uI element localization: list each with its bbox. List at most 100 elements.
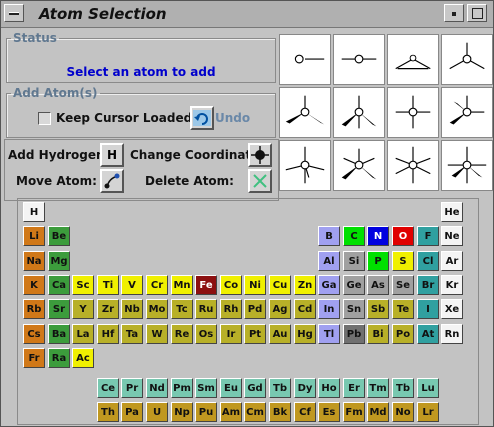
element-re[interactable]: Re — [171, 324, 193, 344]
element-cu[interactable]: Cu — [269, 275, 291, 295]
element-tb[interactable]: Tb — [269, 378, 291, 398]
element-au[interactable]: Au — [269, 324, 291, 344]
element-sn[interactable]: Sn — [343, 299, 365, 319]
element-he[interactable]: He — [441, 202, 463, 222]
element-nb[interactable]: Nb — [121, 299, 143, 319]
element-cf[interactable]: Cf — [294, 402, 316, 422]
element-br[interactable]: Br — [417, 275, 439, 295]
element-ra[interactable]: Ra — [48, 348, 70, 368]
element-pm[interactable]: Pm — [171, 378, 193, 398]
element-pt[interactable]: Pt — [244, 324, 266, 344]
window-menu-button[interactable] — [4, 4, 24, 22]
title-bar[interactable]: Atom Selection — [1, 1, 493, 28]
element-n[interactable]: N — [367, 226, 389, 246]
element-ru[interactable]: Ru — [195, 299, 217, 319]
geometry-button-linear-one[interactable] — [279, 34, 331, 85]
element-er[interactable]: Er — [343, 378, 365, 398]
element-sr[interactable]: Sr — [48, 299, 70, 319]
element-pd[interactable]: Pd — [244, 299, 266, 319]
keep-cursor-checkbox[interactable] — [38, 112, 51, 125]
element-kr[interactable]: Kr — [441, 275, 463, 295]
element-ne[interactable]: Ne — [441, 226, 463, 246]
element-ar[interactable]: Ar — [441, 251, 463, 271]
geometry-button-square-pyramid[interactable] — [333, 140, 385, 191]
element-bi[interactable]: Bi — [367, 324, 389, 344]
element-as[interactable]: As — [367, 275, 389, 295]
element-sm[interactable]: Sm — [195, 378, 217, 398]
element-ce[interactable]: Ce — [97, 378, 119, 398]
element-pr[interactable]: Pr — [121, 378, 143, 398]
delete-atom-button[interactable] — [248, 169, 272, 193]
element-y[interactable]: Y — [72, 299, 94, 319]
geometry-button-linear-two[interactable] — [333, 34, 385, 85]
element-ge[interactable]: Ge — [343, 275, 365, 295]
element-ac[interactable]: Ac — [72, 348, 94, 368]
add-hydrogen-button[interactable]: H — [100, 143, 124, 167]
geometry-button-tetrahedral[interactable] — [279, 87, 331, 138]
element-b[interactable]: B — [318, 226, 340, 246]
element-lu[interactable]: Lu — [417, 378, 439, 398]
element-nd[interactable]: Nd — [146, 378, 168, 398]
geometry-button-octahedral[interactable] — [441, 140, 493, 191]
element-ti[interactable]: Ti — [97, 275, 119, 295]
element-gd[interactable]: Gd — [244, 378, 266, 398]
element-cr[interactable]: Cr — [146, 275, 168, 295]
element-ho[interactable]: Ho — [318, 378, 340, 398]
element-am[interactable]: Am — [220, 402, 242, 422]
element-tm[interactable]: Tm — [367, 378, 389, 398]
element-bk[interactable]: Bk — [269, 402, 291, 422]
element-al[interactable]: Al — [318, 251, 340, 271]
element-k[interactable]: K — [23, 275, 45, 295]
geometry-button-seesaw[interactable] — [441, 87, 493, 138]
element-sc[interactable]: Sc — [72, 275, 94, 295]
element-cm[interactable]: Cm — [244, 402, 266, 422]
geometry-button-square-planar[interactable] — [387, 87, 439, 138]
element-eu[interactable]: Eu — [220, 378, 242, 398]
undo-button[interactable] — [190, 106, 214, 130]
move-atom-button[interactable] — [100, 169, 124, 193]
element-tb[interactable]: Tb — [392, 378, 414, 398]
element-at[interactable]: At — [417, 324, 439, 344]
element-md[interactable]: Md — [367, 402, 389, 422]
change-coordinate-button[interactable] — [248, 143, 272, 167]
element-v[interactable]: V — [121, 275, 143, 295]
element-po[interactable]: Po — [392, 324, 414, 344]
element-sb[interactable]: Sb — [367, 299, 389, 319]
element-mg[interactable]: Mg — [48, 251, 70, 271]
element-zn[interactable]: Zn — [294, 275, 316, 295]
element-mo[interactable]: Mo — [146, 299, 168, 319]
element-pb[interactable]: Pb — [343, 324, 365, 344]
element-ni[interactable]: Ni — [244, 275, 266, 295]
maximize-button[interactable] — [467, 4, 487, 22]
element-rn[interactable]: Rn — [441, 324, 463, 344]
element-o[interactable]: O — [392, 226, 414, 246]
element-fe[interactable]: Fe — [195, 275, 217, 295]
element-ir[interactable]: Ir — [220, 324, 242, 344]
element-pu[interactable]: Pu — [195, 402, 217, 422]
element-f[interactable]: F — [417, 226, 439, 246]
element-se[interactable]: Se — [392, 275, 414, 295]
element-li[interactable]: Li — [23, 226, 45, 246]
element-mn[interactable]: Mn — [171, 275, 193, 295]
element-cl[interactable]: Cl — [417, 251, 439, 271]
element-os[interactable]: Os — [195, 324, 217, 344]
geometry-button-trigonal-bipyramid[interactable] — [279, 140, 331, 191]
element-na[interactable]: Na — [23, 251, 45, 271]
element-xe[interactable]: Xe — [441, 299, 463, 319]
element-ga[interactable]: Ga — [318, 275, 340, 295]
element-pa[interactable]: Pa — [121, 402, 143, 422]
element-dy[interactable]: Dy — [294, 378, 316, 398]
element-w[interactable]: W — [146, 324, 168, 344]
element-fr[interactable]: Fr — [23, 348, 45, 368]
element-rh[interactable]: Rh — [220, 299, 242, 319]
element-te[interactable]: Te — [392, 299, 414, 319]
element-zr[interactable]: Zr — [97, 299, 119, 319]
minimize-button[interactable] — [444, 4, 464, 22]
element-lr[interactable]: Lr — [417, 402, 439, 422]
element-cd[interactable]: Cd — [294, 299, 316, 319]
element-hg[interactable]: Hg — [294, 324, 316, 344]
element-th[interactable]: Th — [97, 402, 119, 422]
geometry-button-trigonal-three[interactable] — [441, 34, 493, 85]
element-tc[interactable]: Tc — [171, 299, 193, 319]
element-ag[interactable]: Ag — [269, 299, 291, 319]
